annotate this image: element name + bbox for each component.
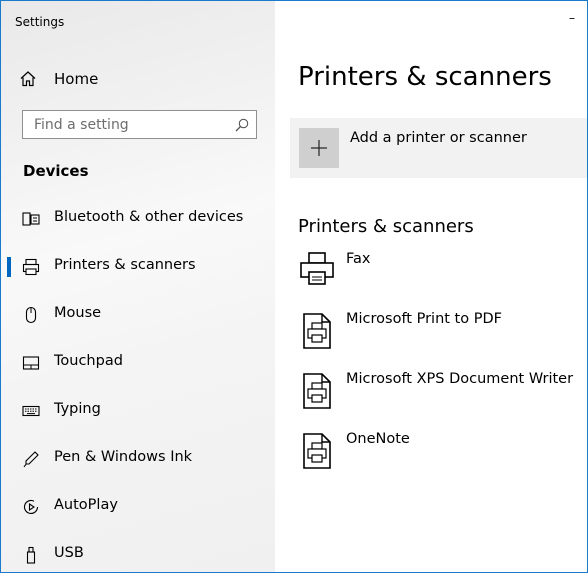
add-printer-button[interactable]: Add a printer or scanner [290,118,587,178]
home-nav-item[interactable]: Home [17,65,267,93]
print-document-icon [303,313,331,349]
sidebar-item-label: Typing [54,401,101,417]
home-icon [20,71,36,87]
section-title: Devices [23,162,89,180]
sidebar-item-label: Mouse [54,305,102,321]
search-input[interactable] [23,111,239,138]
sidebar-item-bluetooth[interactable]: Bluetooth & other devices [1,199,275,239]
sidebar-item-label: Pen & Windows Ink [54,449,193,465]
print-document-icon [303,433,331,469]
window-title: Settings [15,15,65,29]
bluetooth-devices-icon [22,212,40,226]
plus-icon [311,140,327,156]
sidebar: Settings Home Devices Bluetooth & other … [1,1,275,572]
search-box [22,110,257,139]
selection-indicator [7,257,11,277]
main-content: – Printers & scanners Add a printer or s… [275,1,587,572]
keyboard-icon [22,405,40,417]
printer-name: OneNote [346,431,410,447]
printer-name: Fax [346,251,371,267]
sidebar-item-printers-scanners[interactable]: Printers & scanners [1,247,275,287]
print-document-icon [303,373,331,409]
printer-name: Microsoft XPS Document Writer [346,371,574,387]
sidebar-item-touchpad[interactable]: Touchpad [1,343,275,383]
sidebar-item-autoplay[interactable]: AutoPlay [1,487,275,527]
sidebar-item-pen-ink[interactable]: Pen & Windows Ink [1,439,275,479]
printer-item-print-to-pdf[interactable]: Microsoft Print to PDF [299,311,587,363]
printer-name: Microsoft Print to PDF [346,311,502,327]
sidebar-item-mouse[interactable]: Mouse [1,295,275,335]
page-title: Printers & scanners [298,62,552,92]
home-label: Home [54,70,99,88]
printer-item-onenote[interactable]: OneNote [299,431,587,483]
printer-item-xps-writer[interactable]: Microsoft XPS Document Writer [299,371,587,423]
printer-item-fax[interactable]: Fax [299,251,587,303]
mouse-icon [25,306,37,324]
touchpad-icon [22,356,40,370]
plus-tile [299,128,339,168]
minimize-button[interactable]: – [569,11,575,25]
printers-list-heading: Printers & scanners [298,216,474,237]
printer-icon [22,258,40,276]
sidebar-item-label: USB [54,545,84,561]
settings-window: Settings Home Devices Bluetooth & other … [0,0,588,573]
sidebar-item-typing[interactable]: Typing [1,391,275,431]
add-printer-label: Add a printer or scanner [350,130,527,146]
search-icon[interactable] [234,117,250,133]
sidebar-item-label: Touchpad [54,353,123,369]
sidebar-item-label: Printers & scanners [54,257,196,273]
autoplay-icon [23,499,39,515]
sidebar-item-usb[interactable]: USB [1,535,275,572]
sidebar-item-label: Bluetooth & other devices [54,209,244,225]
fax-icon [300,252,334,285]
pen-icon [23,451,39,468]
usb-icon [26,546,36,564]
sidebar-item-label: AutoPlay [54,497,118,513]
